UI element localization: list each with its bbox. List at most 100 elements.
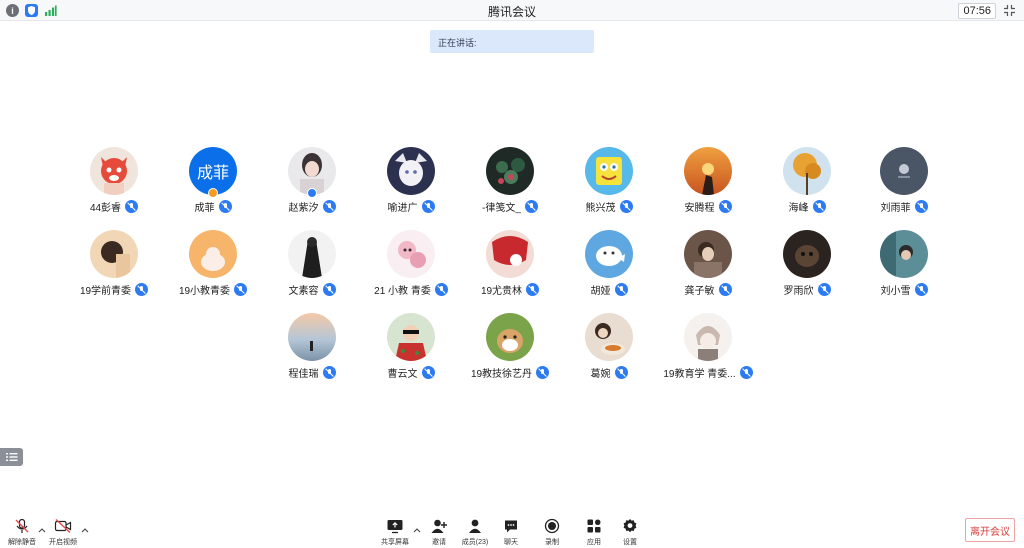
participant-tile[interactable]: 安腾程 xyxy=(658,147,758,222)
participant-tile[interactable]: 19学前青委 xyxy=(64,230,164,305)
participant-name: 海峰 xyxy=(788,203,809,214)
mic-muted-icon xyxy=(536,366,550,379)
participant-tile[interactable]: 19小教青委 xyxy=(163,230,263,305)
chat-button[interactable]: 聊天 xyxy=(489,518,533,547)
mic-muted-icon xyxy=(421,200,435,213)
participant-tile[interactable]: 成菲 成菲 xyxy=(163,147,263,222)
avatar xyxy=(684,230,732,278)
avatar xyxy=(585,147,633,195)
mic-muted-icon xyxy=(614,366,628,379)
participant-tile[interactable]: 喻进广 xyxy=(361,147,461,222)
participant-tile[interactable]: 程佳瑞 xyxy=(262,313,362,388)
avatar xyxy=(90,230,138,278)
avatar xyxy=(585,230,633,278)
participant-tile[interactable]: 刘雨菲 xyxy=(854,147,954,222)
mic-muted-icon xyxy=(718,200,732,213)
mic-muted-icon xyxy=(524,200,538,213)
settings-button[interactable]: 设置 xyxy=(608,518,652,547)
participant-name: 刘小雪 xyxy=(880,286,911,297)
avatar xyxy=(486,147,534,195)
avatar xyxy=(684,313,732,361)
avatar xyxy=(387,147,435,195)
participant-tile[interactable]: 赵紫汐 xyxy=(262,147,362,222)
mic-muted-icon xyxy=(718,283,732,296)
participant-tile[interactable]: 曹云文 xyxy=(361,313,461,388)
participant-tile[interactable]: 19教技徐艺丹 xyxy=(460,313,560,388)
participant-tile[interactable]: 海峰 xyxy=(757,147,857,222)
participant-name: 熊兴茂 xyxy=(585,203,616,214)
participant-tile[interactable]: 刘小雪 xyxy=(854,230,954,305)
participant-tile[interactable]: 龚子敏 xyxy=(658,230,758,305)
start-video-button[interactable]: 开启视频 xyxy=(41,518,85,547)
mic-muted-icon xyxy=(817,283,831,296)
participant-tile[interactable]: 19尤贵林 xyxy=(460,230,560,305)
participant-tile[interactable]: 44彭睿 xyxy=(64,147,164,222)
avatar xyxy=(486,230,534,278)
host-icon xyxy=(208,188,218,198)
mic-muted-icon xyxy=(619,200,633,213)
meeting-window: i 腾讯会议 07:56 正在讲话: 44彭睿 成菲 成菲 赵紫汐 喻进广 -律… xyxy=(0,0,1024,548)
participant-tile[interactable]: 罗雨欣 xyxy=(757,230,857,305)
avatar xyxy=(880,230,928,278)
avatar xyxy=(880,147,928,195)
participant-name: 胡娅 xyxy=(590,286,611,297)
mic-muted-icon xyxy=(526,283,540,296)
chevron-up-icon[interactable] xyxy=(81,527,89,533)
participant-name: 文素容 xyxy=(288,286,319,297)
participant-tile[interactable]: 胡娅 xyxy=(559,230,659,305)
participant-name: 程佳瑞 xyxy=(288,369,319,380)
participant-name: 19尤贵林 xyxy=(480,286,523,297)
mic-muted-icon xyxy=(218,200,232,213)
participant-name: 19教技徐艺丹 xyxy=(470,369,533,380)
participant-name: -律笺文_ xyxy=(482,203,521,214)
participant-name: 刘雨菲 xyxy=(880,203,911,214)
participant-name: 安腾程 xyxy=(684,203,715,214)
mic-muted-icon xyxy=(322,200,336,213)
mic-muted-icon xyxy=(914,283,928,296)
mic-muted-icon xyxy=(421,366,435,379)
participant-name: 19小教青委 xyxy=(178,286,231,297)
avatar xyxy=(783,147,831,195)
participant-name: 成菲 xyxy=(194,203,215,214)
participant-name: 罗雨欣 xyxy=(783,286,814,297)
participant-name: 龚子敏 xyxy=(684,286,715,297)
mic-muted-icon xyxy=(322,366,336,379)
fullscreen-icon[interactable] xyxy=(1003,4,1016,17)
bottom-toolbar: 解除静音 开启视频 共享屏幕 邀请 成员(23) 聊天 录制 应用 设置 xyxy=(0,510,1024,548)
participant-name: 赵紫汐 xyxy=(288,203,319,214)
participant-name: 19教育学 青委... xyxy=(663,369,736,380)
mic-muted-icon xyxy=(322,283,336,296)
mic-muted-icon xyxy=(125,200,139,213)
meeting-timer: 07:56 xyxy=(958,3,996,19)
participant-name: 19学前青委 xyxy=(79,286,132,297)
leave-meeting-button[interactable]: 离开会议 xyxy=(965,518,1015,542)
participant-tile[interactable]: 21 小教 青委 xyxy=(361,230,461,305)
avatar xyxy=(288,313,336,361)
participant-tile[interactable]: 19教育学 青委... xyxy=(658,313,758,388)
mic-muted-icon xyxy=(739,366,753,379)
share-screen-button[interactable]: 共享屏幕 xyxy=(373,518,417,547)
mic-muted-icon xyxy=(234,283,248,296)
participant-list-toggle[interactable] xyxy=(0,448,23,466)
mic-muted-icon xyxy=(614,283,628,296)
participant-tile[interactable]: 熊兴茂 xyxy=(559,147,659,222)
participant-tile[interactable]: 文素容 xyxy=(262,230,362,305)
record-button[interactable]: 录制 xyxy=(530,518,574,547)
cohost-icon xyxy=(307,188,317,198)
participant-name: 曹云文 xyxy=(387,369,418,380)
participant-tile[interactable]: -律笺文_ xyxy=(460,147,560,222)
mic-muted-icon xyxy=(914,200,928,213)
avatar xyxy=(684,147,732,195)
avatar xyxy=(90,147,138,195)
mic-muted-icon xyxy=(135,283,149,296)
avatar xyxy=(288,230,336,278)
avatar xyxy=(189,230,237,278)
mic-muted-icon xyxy=(812,200,826,213)
avatar xyxy=(387,313,435,361)
participant-name: 喻进广 xyxy=(387,203,418,214)
avatar xyxy=(585,313,633,361)
avatar xyxy=(486,313,534,361)
participant-tile[interactable]: 葛婉 xyxy=(559,313,659,388)
participant-name: 21 小教 青委 xyxy=(374,286,431,297)
mic-muted-icon xyxy=(434,283,448,296)
